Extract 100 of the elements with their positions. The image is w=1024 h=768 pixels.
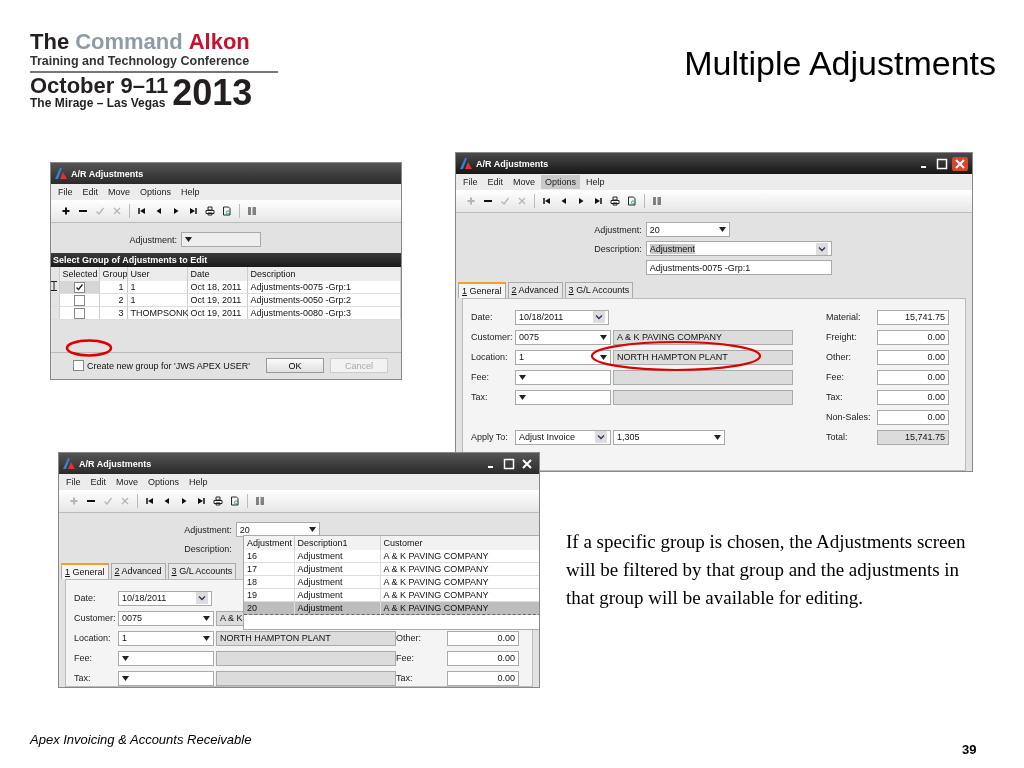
checkbox[interactable] <box>73 360 84 371</box>
list-row[interactable]: 16 Adjustment A & K PAVING COMPANY <box>244 550 539 563</box>
column-header[interactable]: Group <box>99 267 127 281</box>
dropdown-caret-icon[interactable] <box>185 237 192 242</box>
column-list-icon[interactable] <box>255 496 265 506</box>
dropdown-field[interactable] <box>515 369 611 385</box>
first-record-icon[interactable] <box>542 196 552 206</box>
date-picker[interactable]: 10/18/2011 <box>118 590 212 606</box>
tab[interactable]: 3 G/L Accounts <box>564 282 634 298</box>
menu-item[interactable]: File <box>459 175 482 189</box>
menu-item[interactable]: Move <box>104 185 135 199</box>
menu-item[interactable]: Help <box>177 185 204 199</box>
plus-icon[interactable] <box>61 206 71 216</box>
next-icon[interactable] <box>171 206 181 216</box>
description-combo[interactable]: Adjustment <box>645 241 832 256</box>
chevron-down-icon[interactable] <box>595 431 607 443</box>
dropdown-field[interactable]: 1,305 <box>613 429 725 445</box>
menu-item[interactable]: Help <box>582 175 609 189</box>
dropdown-caret-icon[interactable] <box>308 527 316 532</box>
tab[interactable]: 2 Advanced <box>110 563 166 579</box>
dropdown-caret-icon[interactable] <box>122 675 129 681</box>
dropdown-field[interactable]: Adjust Invoice <box>515 429 611 445</box>
chevron-down-icon[interactable] <box>593 311 605 323</box>
dropdown-caret-icon[interactable] <box>718 227 726 232</box>
next-icon[interactable] <box>576 196 586 206</box>
menu-item[interactable]: Options <box>136 185 176 199</box>
dropdown-caret-icon[interactable] <box>203 635 210 641</box>
tab[interactable]: 1 General <box>458 282 506 298</box>
adjustment-dropdown[interactable]: 20 <box>645 222 730 237</box>
menu-item[interactable]: Edit <box>483 175 508 189</box>
dropdown-field[interactable]: 0075 <box>118 610 214 626</box>
tab[interactable]: 2 Advanced <box>507 282 563 298</box>
amount-field[interactable]: 0.00 <box>877 389 949 405</box>
column-header[interactable]: User <box>127 267 187 281</box>
chevron-down-icon[interactable] <box>815 242 828 255</box>
close-button[interactable] <box>952 156 968 171</box>
menu-item[interactable]: Move <box>509 175 540 189</box>
amount-field[interactable]: 0.00 <box>447 670 519 686</box>
amount-field[interactable]: 0.00 <box>447 630 519 646</box>
amount-field[interactable]: 0.00 <box>877 349 949 365</box>
amount-field[interactable]: 15,741.75 <box>877 309 949 325</box>
dropdown-field[interactable]: 0075 <box>515 329 611 345</box>
print-preview-icon[interactable] <box>222 206 232 216</box>
first-record-icon[interactable] <box>137 206 147 216</box>
dropdown-field[interactable] <box>118 670 214 686</box>
chevron-down-icon[interactable] <box>196 592 208 604</box>
dropdown-caret-icon[interactable] <box>600 354 607 360</box>
dropdown-caret-icon[interactable] <box>600 334 607 340</box>
maximize-button[interactable] <box>934 156 950 171</box>
amount-field[interactable]: 0.00 <box>447 650 519 666</box>
printer-icon[interactable] <box>213 496 223 506</box>
column-header[interactable]: Description <box>247 267 401 281</box>
checkbox[interactable] <box>73 281 85 293</box>
menu-item[interactable]: File <box>62 475 85 489</box>
previous-icon[interactable] <box>559 196 569 206</box>
tab[interactable]: 3 G/L Accounts <box>167 563 237 579</box>
menu-item[interactable]: File <box>54 185 77 199</box>
menu-item[interactable]: Help <box>185 475 212 489</box>
amount-field[interactable]: 0.00 <box>877 329 949 345</box>
last-record-icon[interactable] <box>188 206 198 216</box>
menu-item[interactable]: Options <box>541 175 581 189</box>
dropdown-field[interactable] <box>118 650 214 666</box>
list-row[interactable]: 19 Adjustment A & K PAVING COMPANY <box>244 588 539 602</box>
menu-item[interactable]: Move <box>112 475 143 489</box>
date-picker[interactable]: 10/18/2011 <box>515 309 609 325</box>
column-header[interactable]: Selected <box>59 267 99 281</box>
dropdown-field[interactable]: 1 <box>118 630 214 646</box>
maximize-button[interactable] <box>501 456 517 471</box>
next-icon[interactable] <box>179 496 189 506</box>
tab[interactable]: 1 General <box>61 563 109 579</box>
amount-field[interactable]: 0.00 <box>877 409 949 425</box>
column-list-icon[interactable] <box>247 206 257 216</box>
menu-item[interactable]: Edit <box>78 185 103 199</box>
checkbox[interactable] <box>73 307 85 319</box>
dropdown-caret-icon[interactable] <box>714 434 721 440</box>
amount-field[interactable]: 0.00 <box>877 369 949 385</box>
dropdown-caret-icon[interactable] <box>203 615 210 621</box>
print-preview-icon[interactable] <box>627 196 637 206</box>
previous-icon[interactable] <box>162 496 172 506</box>
checkbox[interactable] <box>73 294 85 306</box>
print-preview-icon[interactable] <box>230 496 240 506</box>
menu-item[interactable]: Options <box>144 475 184 489</box>
menu-item[interactable]: Edit <box>86 475 111 489</box>
column-list-icon[interactable] <box>652 196 662 206</box>
dropdown-field[interactable]: 1 <box>515 349 611 365</box>
printer-icon[interactable] <box>205 206 215 216</box>
column-header[interactable]: Date <box>187 267 247 281</box>
dropdown-caret-icon[interactable] <box>122 655 129 661</box>
last-record-icon[interactable] <box>196 496 206 506</box>
last-record-icon[interactable] <box>593 196 603 206</box>
first-record-icon[interactable] <box>145 496 155 506</box>
list-row[interactable]: 18 Adjustment A & K PAVING COMPANY <box>244 575 539 589</box>
printer-icon[interactable] <box>610 196 620 206</box>
dropdown-caret-icon[interactable] <box>519 394 526 400</box>
dropdown-field[interactable] <box>515 389 611 405</box>
close-button[interactable] <box>519 456 535 471</box>
dialog-button[interactable]: OK <box>266 358 324 373</box>
dropdown-caret-icon[interactable] <box>519 374 526 380</box>
previous-icon[interactable] <box>154 206 164 216</box>
list-row[interactable]: 17 Adjustment A & K PAVING COMPANY <box>244 562 539 576</box>
